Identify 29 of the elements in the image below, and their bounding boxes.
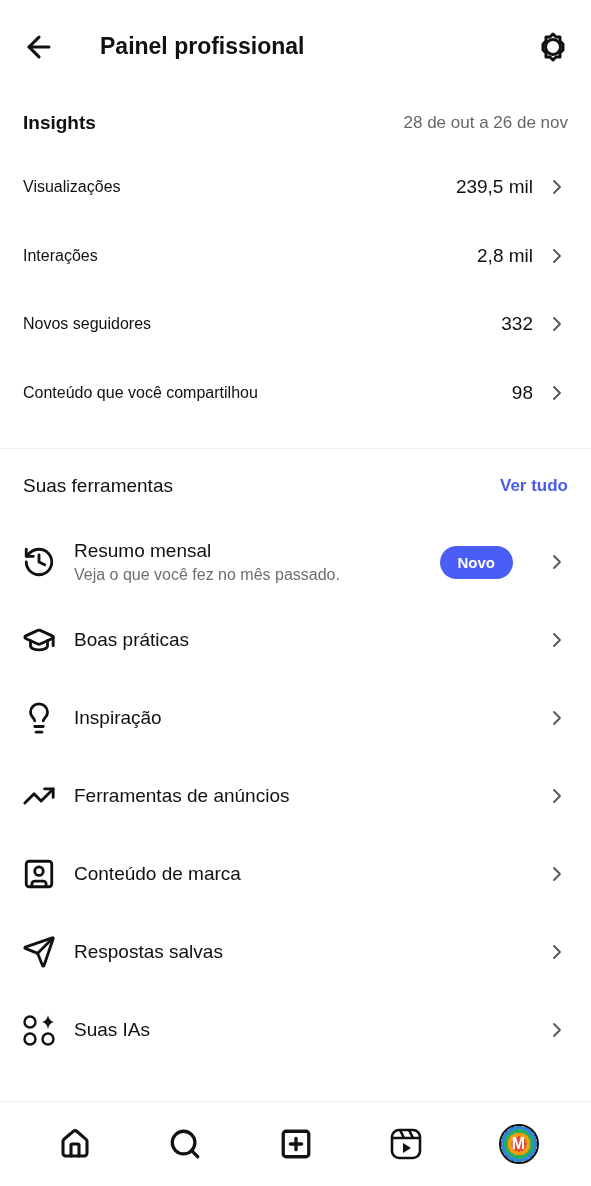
page-title: Painel profissional (100, 33, 306, 60)
profile-avatar[interactable]: M (498, 1124, 539, 1164)
circles-sparkle-icon (22, 1013, 56, 1047)
metric-label[interactable]: Conteúdo que você compartilhou (23, 383, 512, 402)
history-icon (22, 545, 56, 579)
tool-label[interactable]: Boas práticas (74, 629, 527, 651)
metric-value: 332 (501, 313, 533, 336)
tool-subtitle: Veja o que você fez no mês passado. (74, 566, 341, 584)
reels-tab[interactable] (389, 1128, 422, 1160)
tool-label[interactable]: Suas IAs (74, 1019, 527, 1041)
person-portrait-icon (22, 857, 56, 891)
metric-label[interactable]: Visualizações (23, 178, 456, 197)
tool-label[interactable]: Resumo mensal (74, 540, 422, 562)
section-title: Insights (23, 112, 96, 134)
tool-label[interactable]: Inspiração (74, 707, 527, 729)
tool-label[interactable]: Conteúdo de marca (74, 863, 527, 885)
see-all-link[interactable]: Ver tudo (500, 476, 568, 496)
metric-value: 98 (511, 381, 533, 404)
metric-value: 2,8 mil (477, 244, 533, 267)
section-title: Suas ferramentas (23, 475, 173, 497)
home-tab[interactable] (58, 1128, 91, 1160)
metric-label[interactable]: Novos seguidores (23, 315, 502, 334)
tool-label[interactable]: Ferramentas de anúncios (74, 785, 527, 807)
metric-label[interactable]: Interações (23, 246, 478, 265)
tool-label[interactable]: Respostas salvas (74, 941, 527, 963)
new-badge: Novo (439, 545, 513, 579)
metric-value: 239,5 mil (455, 176, 533, 199)
date-range: 28 de out a 26 de nov (403, 113, 568, 133)
send-icon (22, 935, 56, 969)
